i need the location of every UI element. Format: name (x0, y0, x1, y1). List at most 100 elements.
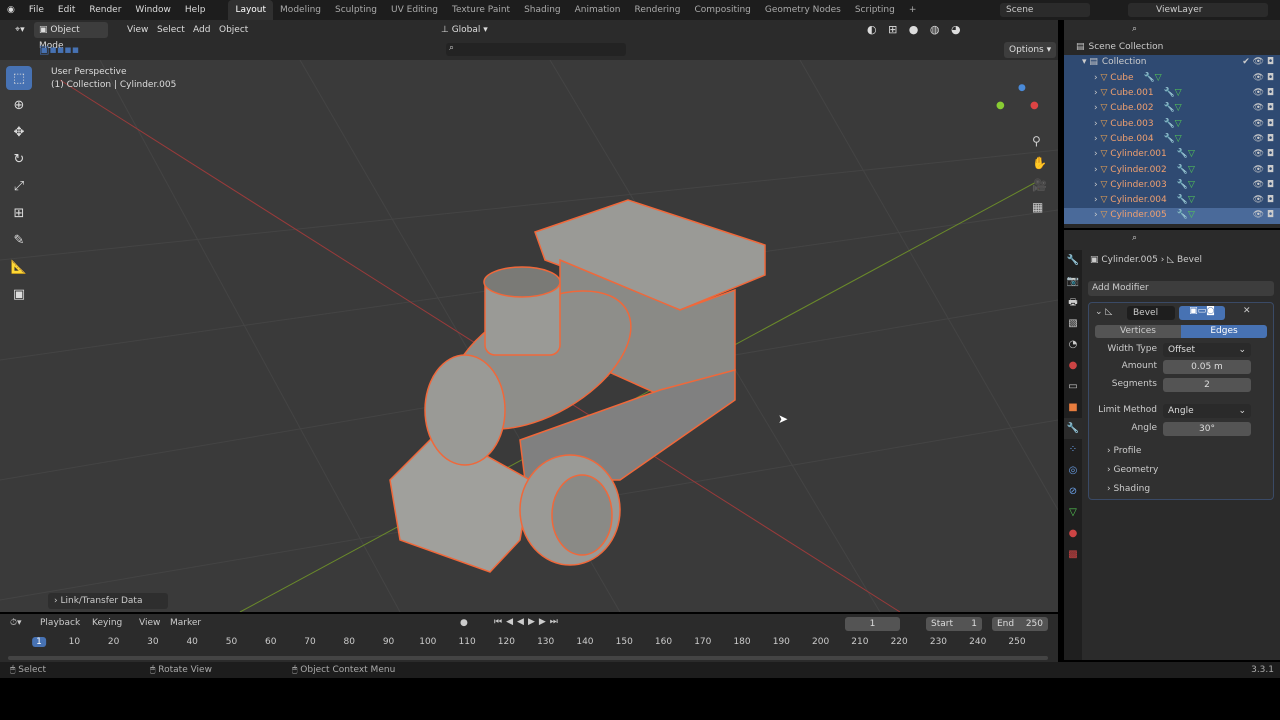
menu-playback[interactable]: Playback (40, 618, 80, 628)
blender-logo-icon[interactable]: ◉ (0, 5, 22, 15)
viewport-search-input[interactable]: ⌕ (446, 43, 626, 56)
visibility-icons[interactable]: 👁 ◘ (1253, 163, 1274, 178)
particles-tab-icon[interactable]: ⁘ (1064, 439, 1082, 460)
visibility-icons[interactable]: 👁 ◘ (1253, 132, 1274, 147)
outliner-item[interactable]: › ▽ Cylinder.005 🔧 ▽ 👁 ◘ (1064, 208, 1280, 224)
shading-mode-buttons[interactable]: ◐ ⊞ ● ◍ ◕ (862, 22, 970, 38)
outliner-item[interactable]: › ▽ Cylinder.001 🔧 ▽ 👁 ◘ (1064, 147, 1280, 163)
expand-icon[interactable]: › (1094, 178, 1098, 193)
transform-tool-icon[interactable]: ⊞ (6, 201, 32, 225)
timeline-scrollbar[interactable] (8, 656, 1048, 660)
tab-sculpting[interactable]: Sculpting (328, 0, 384, 20)
orientation-dropdown[interactable]: ⊥ Global ▾ (436, 22, 493, 38)
move-tool-icon[interactable]: ✥ (6, 120, 32, 144)
timeline-editor-icon[interactable]: ⏱▾ (10, 618, 22, 628)
properties-search-icon[interactable]: ⌕ (1132, 233, 1137, 243)
data-tab-icon[interactable]: ▽ (1064, 502, 1082, 523)
view-layer-tab-icon[interactable]: ▧ (1064, 313, 1082, 334)
frame-ruler[interactable]: 1 10 20 30 40 50 60 70 80 90 100 110 120 130 140 150 160… (0, 636, 1058, 650)
view-layer-selector[interactable]: ViewLayer (1128, 3, 1268, 17)
modifier-tab-icon[interactable]: 🔧 (1064, 418, 1082, 439)
menu-view[interactable]: View (122, 22, 153, 38)
visibility-icons[interactable]: 👁 ◘ (1253, 208, 1274, 223)
tab-geometry-nodes[interactable]: Geometry Nodes (758, 0, 848, 20)
geometry-subpanel[interactable]: › Geometry (1107, 465, 1158, 475)
visibility-icons[interactable]: 👁 ◘ (1253, 147, 1274, 162)
rotate-tool-icon[interactable]: ↻ (6, 147, 32, 171)
expand-icon[interactable]: › (1094, 86, 1098, 101)
expand-icon[interactable]: › (1094, 193, 1098, 208)
outliner-item[interactable]: › ▽ Cylinder.003 🔧 ▽ 👁 ◘ (1064, 177, 1280, 193)
delete-modifier-icon[interactable]: ✕ (1243, 306, 1251, 316)
tab-modeling[interactable]: Modeling (273, 0, 328, 20)
3d-viewport[interactable]: ● ● ● User Perspective (1) Collection | … (0, 60, 1058, 612)
expand-icon[interactable]: › (1094, 208, 1098, 223)
editor-type-icon[interactable]: ⌖▾ (10, 22, 30, 38)
menu-add[interactable]: Add (188, 22, 215, 38)
outliner-item[interactable]: › ▽ Cube.003 🔧 ▽ 👁 ◘ (1064, 116, 1280, 132)
outliner-item[interactable]: › ▽ Cylinder.004 🔧 ▽ 👁 ◘ (1064, 192, 1280, 209)
end-frame-field[interactable]: End 250 (992, 617, 1048, 631)
outliner-collection[interactable]: ▾ ▤ Collection ✔ 👁 ◘ (1064, 55, 1280, 71)
current-frame-field[interactable]: 1 (845, 617, 900, 631)
annotate-tool-icon[interactable]: ✎ (6, 228, 32, 252)
expand-icon[interactable]: › (1094, 132, 1098, 147)
tab-uv-editing[interactable]: UV Editing (384, 0, 445, 20)
physics-tab-icon[interactable]: ◎ (1064, 460, 1082, 481)
last-operator-panel[interactable]: › Link/Transfer Data (48, 593, 168, 609)
start-frame-field[interactable]: Start 1 (926, 617, 982, 631)
visibility-icons[interactable]: 👁 ◘ (1253, 101, 1274, 116)
modifier-visibility-toggles[interactable]: ▣▭◙ (1179, 306, 1225, 320)
world-tab-icon[interactable]: ● (1064, 355, 1082, 376)
material-tab-icon[interactable]: ● (1064, 523, 1082, 544)
output-tab-icon[interactable]: 🖶 (1064, 292, 1082, 313)
texture-tab-icon[interactable]: ▩ (1064, 544, 1082, 565)
record-icon[interactable]: ● (460, 618, 468, 628)
tab-texture-paint[interactable]: Texture Paint (445, 0, 517, 20)
segments-field[interactable]: 2 (1163, 378, 1251, 392)
outliner-item[interactable]: › ▽ Cylinder.002 🔧 ▽ 👁 ◘ (1064, 162, 1280, 178)
tab-scripting[interactable]: Scripting (848, 0, 902, 20)
measure-tool-icon[interactable]: 📐 (6, 255, 32, 279)
menu-keying[interactable]: Keying (92, 618, 122, 628)
outliner-item[interactable]: › ▽ Cube.001 🔧 ▽ 👁 ◘ (1064, 85, 1280, 102)
tab-shading[interactable]: Shading (517, 0, 568, 20)
menu-edit[interactable]: Edit (51, 5, 82, 15)
profile-subpanel[interactable]: › Profile (1107, 446, 1141, 456)
tab-compositing[interactable]: Compositing (687, 0, 757, 20)
visibility-icons[interactable]: 👁 ◘ (1253, 71, 1274, 86)
menu-window[interactable]: Window (128, 5, 178, 15)
expand-icon[interactable]: › (1094, 147, 1098, 162)
constraints-tab-icon[interactable]: ⊘ (1064, 481, 1082, 502)
visibility-icons[interactable]: 👁 ◘ (1253, 86, 1274, 101)
expand-icon[interactable]: › (1094, 163, 1098, 178)
tab-animation[interactable]: Animation (568, 0, 628, 20)
add-modifier-dropdown[interactable]: Add Modifier (1088, 281, 1274, 296)
add-workspace-button[interactable]: + (902, 0, 924, 20)
expand-icon[interactable]: › (1094, 117, 1098, 132)
select-box-tool-icon[interactable]: ⬚ (6, 66, 32, 90)
cursor-tool-icon[interactable]: ⊕ (6, 93, 32, 117)
expand-icon[interactable]: › (1094, 101, 1098, 116)
amount-field[interactable]: 0.05 m (1163, 360, 1251, 374)
select-mode-icons[interactable]: ▣▪▪▪▪ (34, 42, 84, 58)
menu-select[interactable]: Select (152, 22, 190, 38)
outliner-search-icon[interactable]: ⌕ (1132, 24, 1137, 34)
menu-timeline-view[interactable]: View (139, 618, 160, 628)
width-type-dropdown[interactable]: Offset ⌄ (1163, 343, 1251, 357)
options-dropdown[interactable]: Options ▾ (1004, 42, 1057, 58)
angle-field[interactable]: 30° (1163, 422, 1251, 436)
add-cube-tool-icon[interactable]: ▣ (6, 282, 32, 306)
collapse-chevron-icon[interactable]: ⌄ ◺ (1095, 307, 1112, 317)
navigation-buttons[interactable]: ⚲ ✋ 🎥 ▦ (1032, 130, 1048, 218)
limit-method-dropdown[interactable]: Angle ⌄ (1163, 404, 1251, 418)
menu-help[interactable]: Help (178, 5, 213, 15)
scale-tool-icon[interactable]: ⤢ (6, 174, 32, 198)
scene-selector[interactable]: Scene (1000, 3, 1090, 17)
modifier-name-input[interactable]: Bevel (1127, 306, 1175, 320)
visibility-icons[interactable]: 👁 ◘ (1253, 193, 1274, 208)
collection-tab-icon[interactable]: ▭ (1064, 376, 1082, 397)
playback-controls[interactable]: ⏮◀◀▶▶⏭ (494, 617, 562, 627)
menu-marker[interactable]: Marker (170, 618, 201, 628)
menu-render[interactable]: Render (82, 5, 128, 15)
